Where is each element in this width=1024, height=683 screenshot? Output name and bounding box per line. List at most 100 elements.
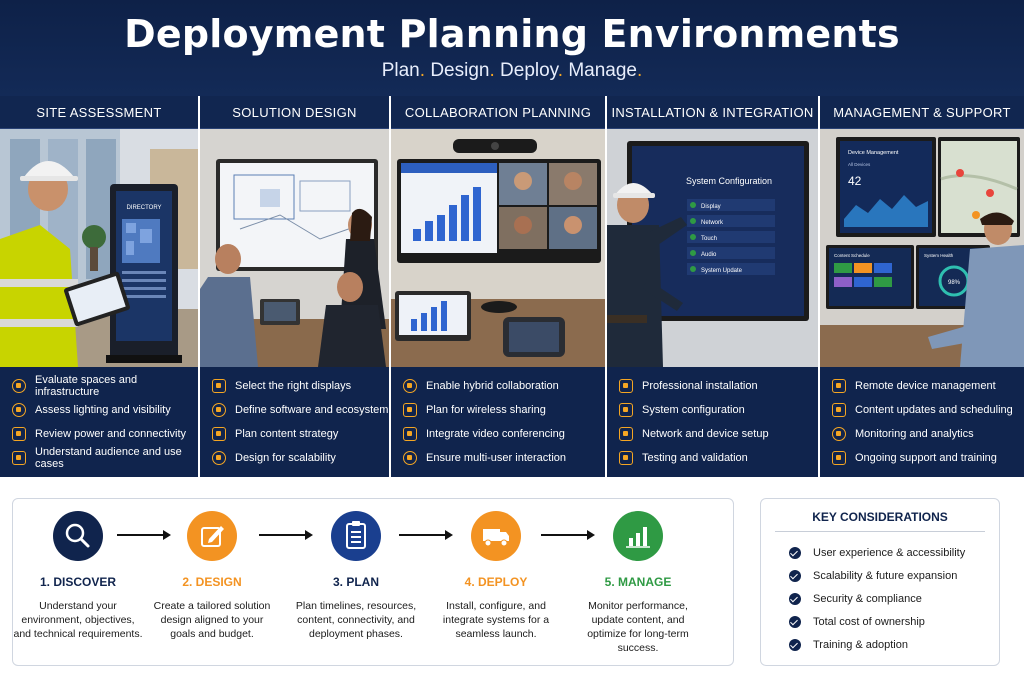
gear-icon xyxy=(212,403,226,417)
system-config-menu: Display Network Touch Audio System Updat… xyxy=(687,199,775,275)
audience-icon xyxy=(12,451,26,465)
svg-text:98%: 98% xyxy=(948,280,961,286)
list-item: Assess lighting and visibility xyxy=(0,398,198,422)
svg-text:Display: Display xyxy=(701,204,721,210)
settings-icon xyxy=(619,403,633,417)
environment-columns: SITE ASSESSMENT DIRECTORY Evaluate space… xyxy=(0,96,1024,477)
list-item: Plan for wireless sharing xyxy=(391,398,605,422)
solution-design-list: Select the right displays Define softwar… xyxy=(200,368,389,477)
considerations-title: KEY CONSIDERATIONS xyxy=(775,510,985,532)
step-plan: 3. PLAN Plan timelines, resources, conte… xyxy=(291,511,421,641)
step-description: Plan timelines, resources, content, conn… xyxy=(295,600,417,640)
list-item: Security & compliance xyxy=(789,587,999,610)
device-count: 42 xyxy=(848,174,862,188)
list-item: Define software and ecosystem xyxy=(200,398,389,422)
site-assessment-photo: DIRECTORY xyxy=(0,129,198,367)
check-icon xyxy=(789,546,801,559)
video-conference-icon xyxy=(403,427,417,441)
sun-icon xyxy=(12,403,26,417)
checklist-icon xyxy=(619,451,633,465)
management-list: Remote device management Content updates… xyxy=(820,368,1024,477)
lightbulb-icon xyxy=(212,451,226,465)
site-assessment-list: Evaluate spaces and infrastructure Asses… xyxy=(0,368,198,477)
wireless-share-icon xyxy=(403,403,417,417)
check-icon xyxy=(789,615,801,628)
magnifier-icon xyxy=(65,523,90,548)
svg-text:Network: Network xyxy=(701,220,724,226)
step-manage: 5. MANAGE Monitor performance, update co… xyxy=(573,511,703,655)
svg-text:Audio: Audio xyxy=(701,252,717,258)
check-icon xyxy=(789,592,801,605)
svg-text:All Devices: All Devices xyxy=(848,162,871,167)
tagline-manage: Manage xyxy=(568,60,637,81)
column-title: INSTALLATION & INTEGRATION xyxy=(607,96,818,129)
step-description: Understand your environment, objectives,… xyxy=(13,600,143,640)
column-title: SOLUTION DESIGN xyxy=(200,96,389,129)
list-item: Review power and connectivity xyxy=(0,422,198,446)
column-collaboration-planning: COLLABORATION PLANNING Enable hybrid col… xyxy=(391,96,607,477)
network-icon xyxy=(619,427,633,441)
list-item: Testing and validation xyxy=(607,446,818,470)
check-icon xyxy=(789,569,801,582)
svg-text:System Health: System Health xyxy=(924,253,954,258)
column-site-assessment: SITE ASSESSMENT DIRECTORY Evaluate space… xyxy=(0,96,200,477)
clipboard-icon xyxy=(346,521,366,549)
step-label: 5. MANAGE xyxy=(604,575,672,589)
step-design: 2. DESIGN Create a tailored solution des… xyxy=(147,511,277,641)
list-item: Total cost of ownership xyxy=(789,610,999,633)
list-item: Design for scalability xyxy=(200,446,389,470)
step-discover: 1. DISCOVER Understand your environment,… xyxy=(13,511,143,641)
list-item: Network and device setup xyxy=(607,422,818,446)
list-item: Select the right displays xyxy=(200,374,389,398)
svg-text:System Update: System Update xyxy=(701,268,743,274)
system-config-title: System Configuration xyxy=(686,176,772,186)
step-label: 3. PLAN xyxy=(332,575,379,589)
list-item: Evaluate spaces and infrastructure xyxy=(0,374,198,398)
list-item: User experience & accessibility xyxy=(789,541,999,564)
column-installation-integration: INSTALLATION & INTEGRATION System Config… xyxy=(607,96,820,477)
remote-device-icon xyxy=(832,379,846,393)
check-icon xyxy=(789,638,801,651)
edit-icon xyxy=(201,526,224,547)
considerations-list: User experience & accessibility Scalabil… xyxy=(761,541,999,656)
list-item: System configuration xyxy=(607,398,818,422)
power-plug-icon xyxy=(12,427,26,441)
support-icon xyxy=(832,451,846,465)
kiosk-directory-label: DIRECTORY xyxy=(126,205,161,211)
list-item: Integrate video conferencing xyxy=(391,422,605,446)
collaboration-list: Enable hybrid collaboration Plan for wir… xyxy=(391,368,605,477)
column-title: SITE ASSESSMENT xyxy=(0,96,198,129)
list-item: Scalability & future expansion xyxy=(789,564,999,587)
tagline-plan: Plan xyxy=(381,60,420,81)
tagline-design: Design xyxy=(430,60,490,81)
tagline-deploy: Deploy xyxy=(500,60,558,81)
solution-design-photo xyxy=(200,129,389,367)
process-steps-panel: 1. DISCOVER Understand your environment,… xyxy=(12,498,734,666)
truck-icon xyxy=(483,529,509,547)
column-solution-design: SOLUTION DESIGN Select the right display… xyxy=(200,96,391,477)
step-deploy: 4. DEPLOY Install, configure, and integr… xyxy=(431,511,561,641)
list-item: Plan content strategy xyxy=(200,422,389,446)
installation-photo: System Configuration Display Network Tou… xyxy=(607,129,818,367)
bar-chart-icon xyxy=(626,527,650,548)
installer-icon xyxy=(619,379,633,393)
list-item: Ensure multi-user interaction xyxy=(391,446,605,470)
device-mgmt-title: Device Management xyxy=(848,150,899,156)
collaboration-photo xyxy=(391,129,605,367)
step-description: Install, configure, and integrate system… xyxy=(442,600,550,640)
pencil-icon xyxy=(212,427,226,441)
step-description: Create a tailored solution design aligne… xyxy=(153,600,271,640)
list-item: Understand audience and use cases xyxy=(0,446,198,470)
column-management-support: MANAGEMENT & SUPPORT Device Management A… xyxy=(820,96,1024,477)
installation-list: Professional installation System configu… xyxy=(607,368,818,477)
list-item: Monitoring and analytics xyxy=(820,422,1024,446)
calendar-icon xyxy=(832,403,846,417)
header-banner: Deployment Planning Environments Plan. D… xyxy=(0,0,1024,96)
list-item: Ongoing support and training xyxy=(820,446,1024,470)
step-label: 1. DISCOVER xyxy=(39,575,117,589)
column-title: COLLABORATION PLANNING xyxy=(391,96,605,129)
page-title: Deployment Planning Environments xyxy=(124,12,900,56)
list-item: Training & adoption xyxy=(789,633,999,656)
tagline: Plan. Design. Deploy. Manage. xyxy=(381,60,643,81)
key-considerations-panel: KEY CONSIDERATIONS User experience & acc… xyxy=(760,498,1000,666)
